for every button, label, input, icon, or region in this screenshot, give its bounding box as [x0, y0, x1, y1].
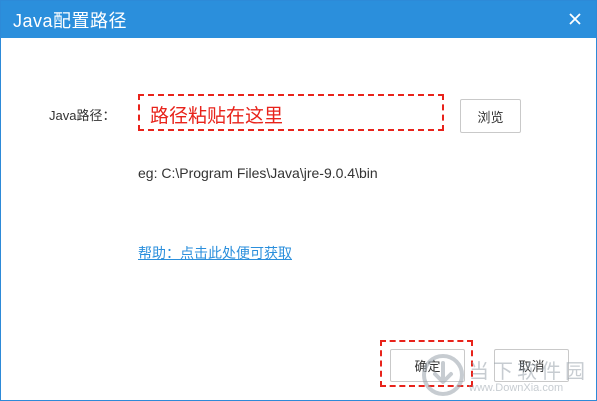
- close-icon: [569, 13, 581, 25]
- java-path-label: Java路径：: [49, 108, 116, 123]
- title-bar: Java配置路径: [1, 1, 596, 38]
- ok-button[interactable]: 确定: [390, 349, 465, 382]
- cancel-button[interactable]: 取消: [494, 349, 569, 382]
- help-link[interactable]: 帮助：点击此处便可获取: [138, 243, 292, 263]
- close-button[interactable]: [558, 3, 592, 35]
- java-path-input[interactable]: [138, 94, 444, 131]
- browse-button[interactable]: 浏览: [460, 99, 521, 133]
- watermark-name-en: www.DownXia.com: [469, 382, 564, 394]
- window-title: Java配置路径: [13, 11, 128, 31]
- java-path-dialog: Java配置路径 Java路径： 浏览 eg: C:\Program Files…: [0, 0, 597, 401]
- path-example: eg: C:\Program Files\Java\jre-9.0.4\bin: [138, 165, 378, 181]
